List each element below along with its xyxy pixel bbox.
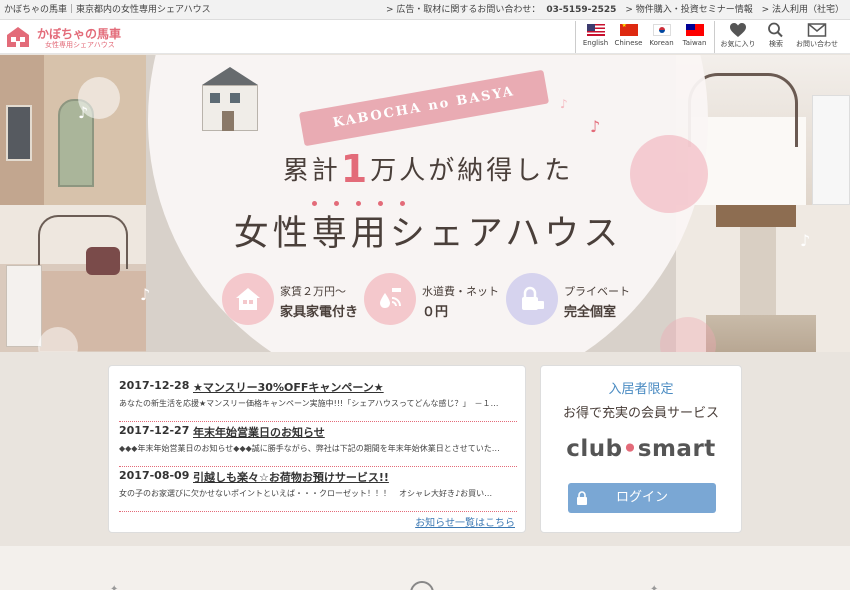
us-flag-icon — [586, 24, 605, 36]
pumpkin-carriage-logo-icon — [7, 27, 29, 47]
bedroom-photo — [0, 205, 146, 352]
favorites-button[interactable]: お気に入り — [712, 22, 764, 49]
member-service-panel: 入居者限定 お得で充実の会員サービス club•smart ログイン — [540, 365, 742, 533]
seminar-link[interactable]: > 物件購入・投資セミナー情報 — [625, 5, 752, 15]
news-title[interactable]: 年末年始営業日のお知らせ — [193, 424, 325, 440]
club-smart-logo: club•smart — [566, 436, 716, 462]
catch-number: 1 — [340, 147, 371, 191]
corporate-link[interactable]: > 法人利用（社宅） — [762, 5, 844, 15]
news-list-link[interactable]: お知らせ一覧はこちら — [415, 514, 515, 529]
hero-title: 女性専用シェアハウス — [233, 214, 623, 254]
news-title[interactable]: 引越しも楽々☆お荷物お預けサービス!! — [193, 469, 389, 485]
hero-banner: ♪ ♪ ♪ ♪ ♪ KABOCHA no BASYA 累計1万人が納得した 女性… — [0, 55, 850, 352]
news-item[interactable]: 2017-12-28 ★マンスリー30%OFFキャンペーン★ あなたの新生活を応… — [119, 376, 517, 422]
korea-flag-icon — [652, 24, 671, 36]
sparkle-icon: ✦ — [650, 584, 659, 590]
news-title[interactable]: ★マンスリー30%OFFキャンペーン★ — [193, 379, 384, 395]
house-exterior-photo — [0, 55, 146, 205]
news-item[interactable]: 2017-08-09 引越しも楽々☆お荷物お預けサービス!! 女の子のお家選びに… — [119, 466, 517, 512]
lower-section: ✦ ✦ — [0, 546, 850, 590]
news-excerpt: 女の子のお家選びに欠かせないポイントといえば・・・クローゼット！！！ オシャレ大… — [119, 489, 493, 498]
site-logo[interactable]: かぼちゃの馬車 女性専用シェアハウス — [5, 24, 145, 50]
news-date: 2017-12-27 — [119, 424, 190, 437]
lang-english[interactable]: English — [579, 21, 612, 53]
lang-korean[interactable]: Korean — [645, 21, 678, 53]
ad-inquiry-link[interactable]: > 広告・取材に関するお問い合わせ： 03-5159-2525 — [380, 5, 617, 15]
phone-number: 03-5159-2525 — [546, 5, 617, 15]
top-links: > 広告・取材に関するお問い合わせ： 03-5159-2525 > 物件購入・投資… — [374, 0, 844, 20]
news-excerpt: ◆◆◆年末年始営業日のお知らせ◆◆◆誠に勝手ながら、弊社は下記の期間を年末年始休… — [119, 444, 500, 453]
contact-button[interactable]: お問い合わせ — [788, 22, 846, 49]
news-panel: 2017-12-28 ★マンスリー30%OFFキャンペーン★ あなたの新生活を応… — [108, 365, 526, 533]
site-tagline: かぼちゃの馬車｜東京都内の女性専用シェアハウス — [4, 5, 211, 15]
circle-ornament — [410, 581, 434, 590]
lang-chinese[interactable]: Chinese — [612, 21, 645, 53]
china-flag-icon — [619, 24, 638, 36]
sparkle-icon: ✦ — [110, 584, 119, 590]
music-note-icon: ♪ — [140, 285, 151, 304]
search-button[interactable]: 検索 — [764, 22, 788, 49]
music-note-icon: ♪ — [590, 117, 601, 136]
news-item[interactable]: 2017-12-27 年末年始営業日のお知らせ ◆◆◆年末年始営業日のお知らせ◆… — [119, 421, 517, 467]
news-excerpt: あなたの新生活を応援★マンスリー価格キャンペーン実施中!!!「シェアハウスってど… — [119, 399, 499, 408]
water-wifi-icon — [364, 273, 416, 325]
site-header: かぼちゃの馬車 女性専用シェアハウス English Chinese Korea… — [0, 20, 850, 54]
music-note-icon: ♪ — [560, 97, 568, 111]
house-icon — [222, 273, 274, 325]
login-button[interactable]: ログイン — [568, 483, 716, 513]
music-note-icon: ♪ — [800, 231, 811, 250]
hero-catchcopy: 累計1万人が納得した — [282, 147, 574, 191]
mail-icon — [807, 23, 827, 37]
member-title: お得で充実の会員サービス — [562, 406, 719, 421]
lock-icon — [577, 491, 587, 505]
taiwan-flag-icon — [685, 24, 704, 36]
heart-icon — [730, 23, 746, 37]
news-date: 2017-12-28 — [119, 379, 190, 392]
language-switcher: English Chinese Korean Taiwan — [575, 21, 715, 53]
search-icon — [768, 22, 783, 38]
header-actions: お気に入り 検索 お問い合わせ — [712, 22, 846, 49]
top-info-bar: かぼちゃの馬車｜東京都内の女性専用シェアハウス > 広告・取材に関するお問い合わ… — [0, 0, 850, 20]
logo-subtitle: 女性専用シェアハウス — [45, 41, 115, 49]
house-model-image — [196, 67, 264, 139]
member-label: 入居者限定 — [608, 382, 674, 397]
music-note-icon: ♪ — [78, 103, 89, 122]
lang-taiwan[interactable]: Taiwan — [678, 21, 711, 53]
lock-icon — [506, 273, 558, 325]
news-date: 2017-08-09 — [119, 469, 190, 482]
